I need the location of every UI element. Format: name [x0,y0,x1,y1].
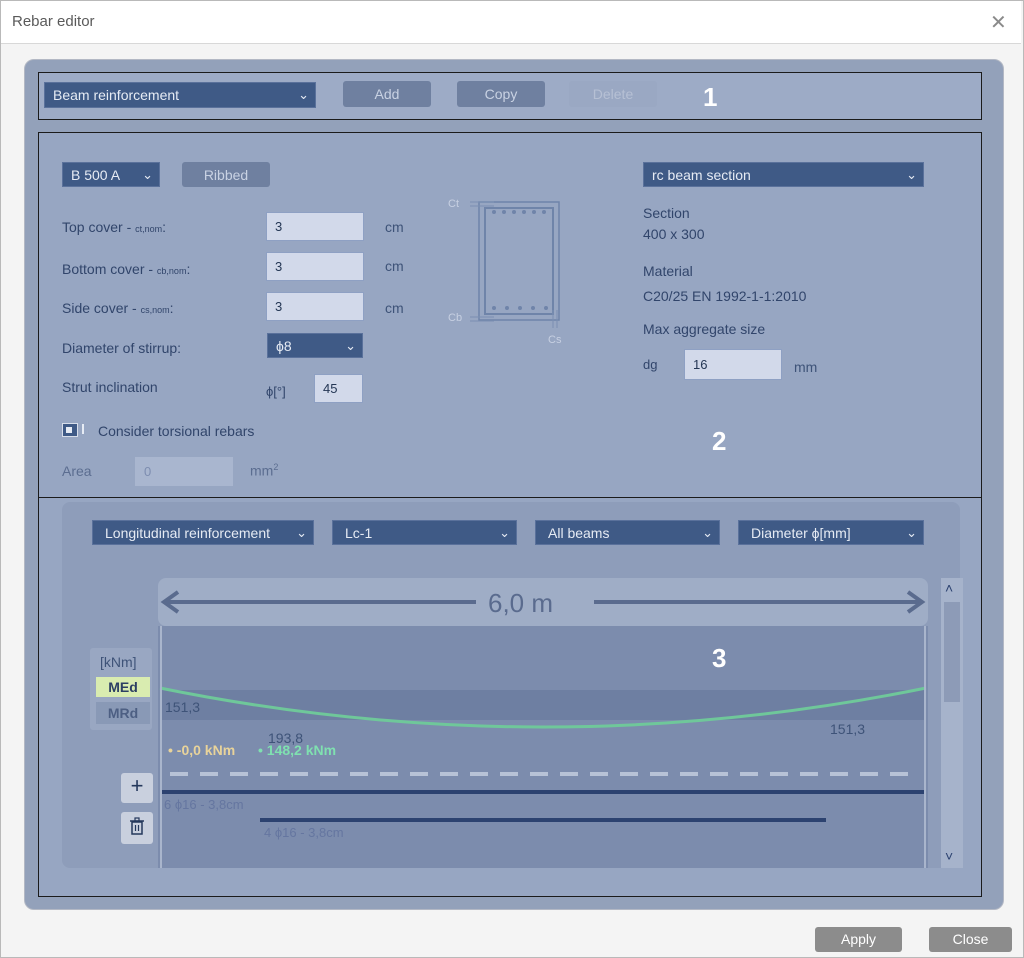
chevron-down-icon: ⌄ [345,338,356,353]
ct-label: Ct [448,198,459,210]
section-select-value: rc beam section [652,167,751,183]
steel-grade-select[interactable]: B 500 A ⌄ [62,162,160,187]
section-value: 400 x 300 [643,226,705,242]
rebar-top-label[interactable]: 6 ϕ16 - 3,8cm [164,797,244,812]
load-case-filter[interactable]: Lc-1 ⌄ [332,520,517,545]
side-cover-sub: cs,nom [140,305,170,315]
area-unit-sup: 2 [273,462,279,472]
top-cover-label: Top cover - ct,nom: [62,219,167,235]
section-select[interactable]: rc beam section ⌄ [643,162,924,187]
chevron-down-icon: ⌄ [906,525,917,540]
rebar-bottom-label[interactable]: 4 ϕ16 - 3,8cm [264,825,344,840]
scroll-down-icon[interactable]: ˅ [945,848,953,864]
left-moment-value: 151,3 [165,699,201,715]
mrd-readout: • 148,2 kNm [258,742,337,758]
mrd-readout-value: 148,2 kNm [266,742,337,758]
section-number-2: 2 [712,426,727,456]
side-cover-unit: cm [385,300,404,316]
med-readout-value: -0,0 kNm [176,742,236,758]
cs-label: Cs [548,334,562,346]
dg-label: dg [643,357,658,372]
chevron-down-icon: ⌄ [499,525,510,540]
area-input [135,457,233,486]
rebar-type-value: Beam reinforcement [53,87,180,103]
area-unit: mm2 [250,462,278,479]
bottom-cover-input[interactable] [266,252,364,281]
close-icon[interactable]: ✕ [990,10,1007,35]
side-cover-text: Side cover - [62,300,141,316]
display-filter[interactable]: Diameter ϕ[mm] ⌄ [738,520,924,545]
chevron-down-icon: ⌄ [702,525,713,540]
scroll-thumb[interactable] [944,602,960,702]
cross-section-diagram: Ct Cb Cs [448,198,562,346]
close-button[interactable]: Close [929,927,1012,952]
title-bar [1,1,1021,44]
section-number-1: 1 [703,82,718,112]
bottom-cover-sub: cb,nom [156,266,187,276]
window-title: Rebar editor [12,13,95,30]
load-case-value: Lc-1 [345,525,373,541]
strut-input[interactable] [314,374,363,403]
aggregate-label: Max aggregate size [643,321,766,337]
dg-input[interactable] [684,349,782,380]
toggle-mark [82,424,84,434]
legend-med[interactable]: MEd [96,677,150,697]
steel-grade-value: B 500 A [71,167,121,183]
bottom-cover-label: Bottom cover - cb,nom: [62,261,191,277]
moment-unit: [kNm] [100,654,137,670]
med-curve [159,686,927,729]
chevron-down-icon: ⌄ [296,525,307,540]
cb-label: Cb [448,312,462,324]
section-label: Section [643,205,690,221]
stirrup-outline [484,207,554,315]
delete-button[interactable]: Delete [569,81,657,107]
strut-label: Strut inclination [62,379,158,395]
top-cover-text: Top cover - [62,219,136,235]
area-unit-text: mm [250,462,274,479]
reinforcement-filter-value: Longitudinal reinforcement [105,525,270,541]
chevron-down-icon: ⌄ [142,167,153,182]
top-cover-input[interactable] [266,212,364,241]
beams-filter[interactable]: All beams ⌄ [535,520,720,545]
top-cover-sub: ct,nom [135,224,163,234]
chevron-down-icon: ⌄ [298,87,309,102]
side-cover-input[interactable] [266,292,364,321]
section-outline [478,201,560,321]
vertical-scrollbar[interactable]: ˄ ˅ [941,578,963,868]
length-label: 6,0 m [488,588,554,618]
scroll-up-icon[interactable]: ˄ [945,580,953,596]
torsion-label: Consider torsional rebars [98,423,255,439]
chevron-down-icon: ⌄ [906,167,917,182]
stirrup-label: Diameter of stirrup: [62,340,182,356]
dg-unit: mm [794,359,818,375]
add-button[interactable]: Add [343,81,431,107]
material-value: C20/25 EN 1992-1-1:2010 [643,288,807,304]
delete-rebar-button[interactable] [121,812,153,844]
section-number-3: 3 [712,643,727,673]
apply-button[interactable]: Apply [815,927,902,952]
beams-filter-value: All beams [548,525,610,541]
toggle-knob [66,427,72,433]
bottom-cover-unit: cm [385,258,404,274]
rebar-type-select[interactable]: Beam reinforcement ⌄ [44,82,316,108]
top-cover-unit: cm [385,219,404,235]
display-filter-value: Diameter ϕ[mm] [751,525,851,541]
stirrup-select[interactable]: ϕ8 ⌄ [267,333,363,358]
right-moment-value: 151,3 [830,721,866,737]
stirrup-value: ϕ8 [276,338,292,354]
reinforcement-filter[interactable]: Longitudinal reinforcement ⌄ [92,520,314,545]
legend-mrd[interactable]: MRd [96,702,150,724]
ribbed-button[interactable]: Ribbed [182,162,270,187]
trash-icon [130,817,144,835]
copy-button[interactable]: Copy [457,81,545,107]
rebar-dots [492,210,548,310]
material-label: Material [643,263,693,279]
bottom-cover-text: Bottom cover - [62,261,157,277]
side-cover-label: Side cover - cs,nom: [62,300,174,316]
med-readout: • -0,0 kNm [168,742,236,758]
add-rebar-button[interactable]: + [121,773,153,803]
area-label: Area [62,463,92,479]
strut-symbol: ϕ[°] [266,384,286,399]
